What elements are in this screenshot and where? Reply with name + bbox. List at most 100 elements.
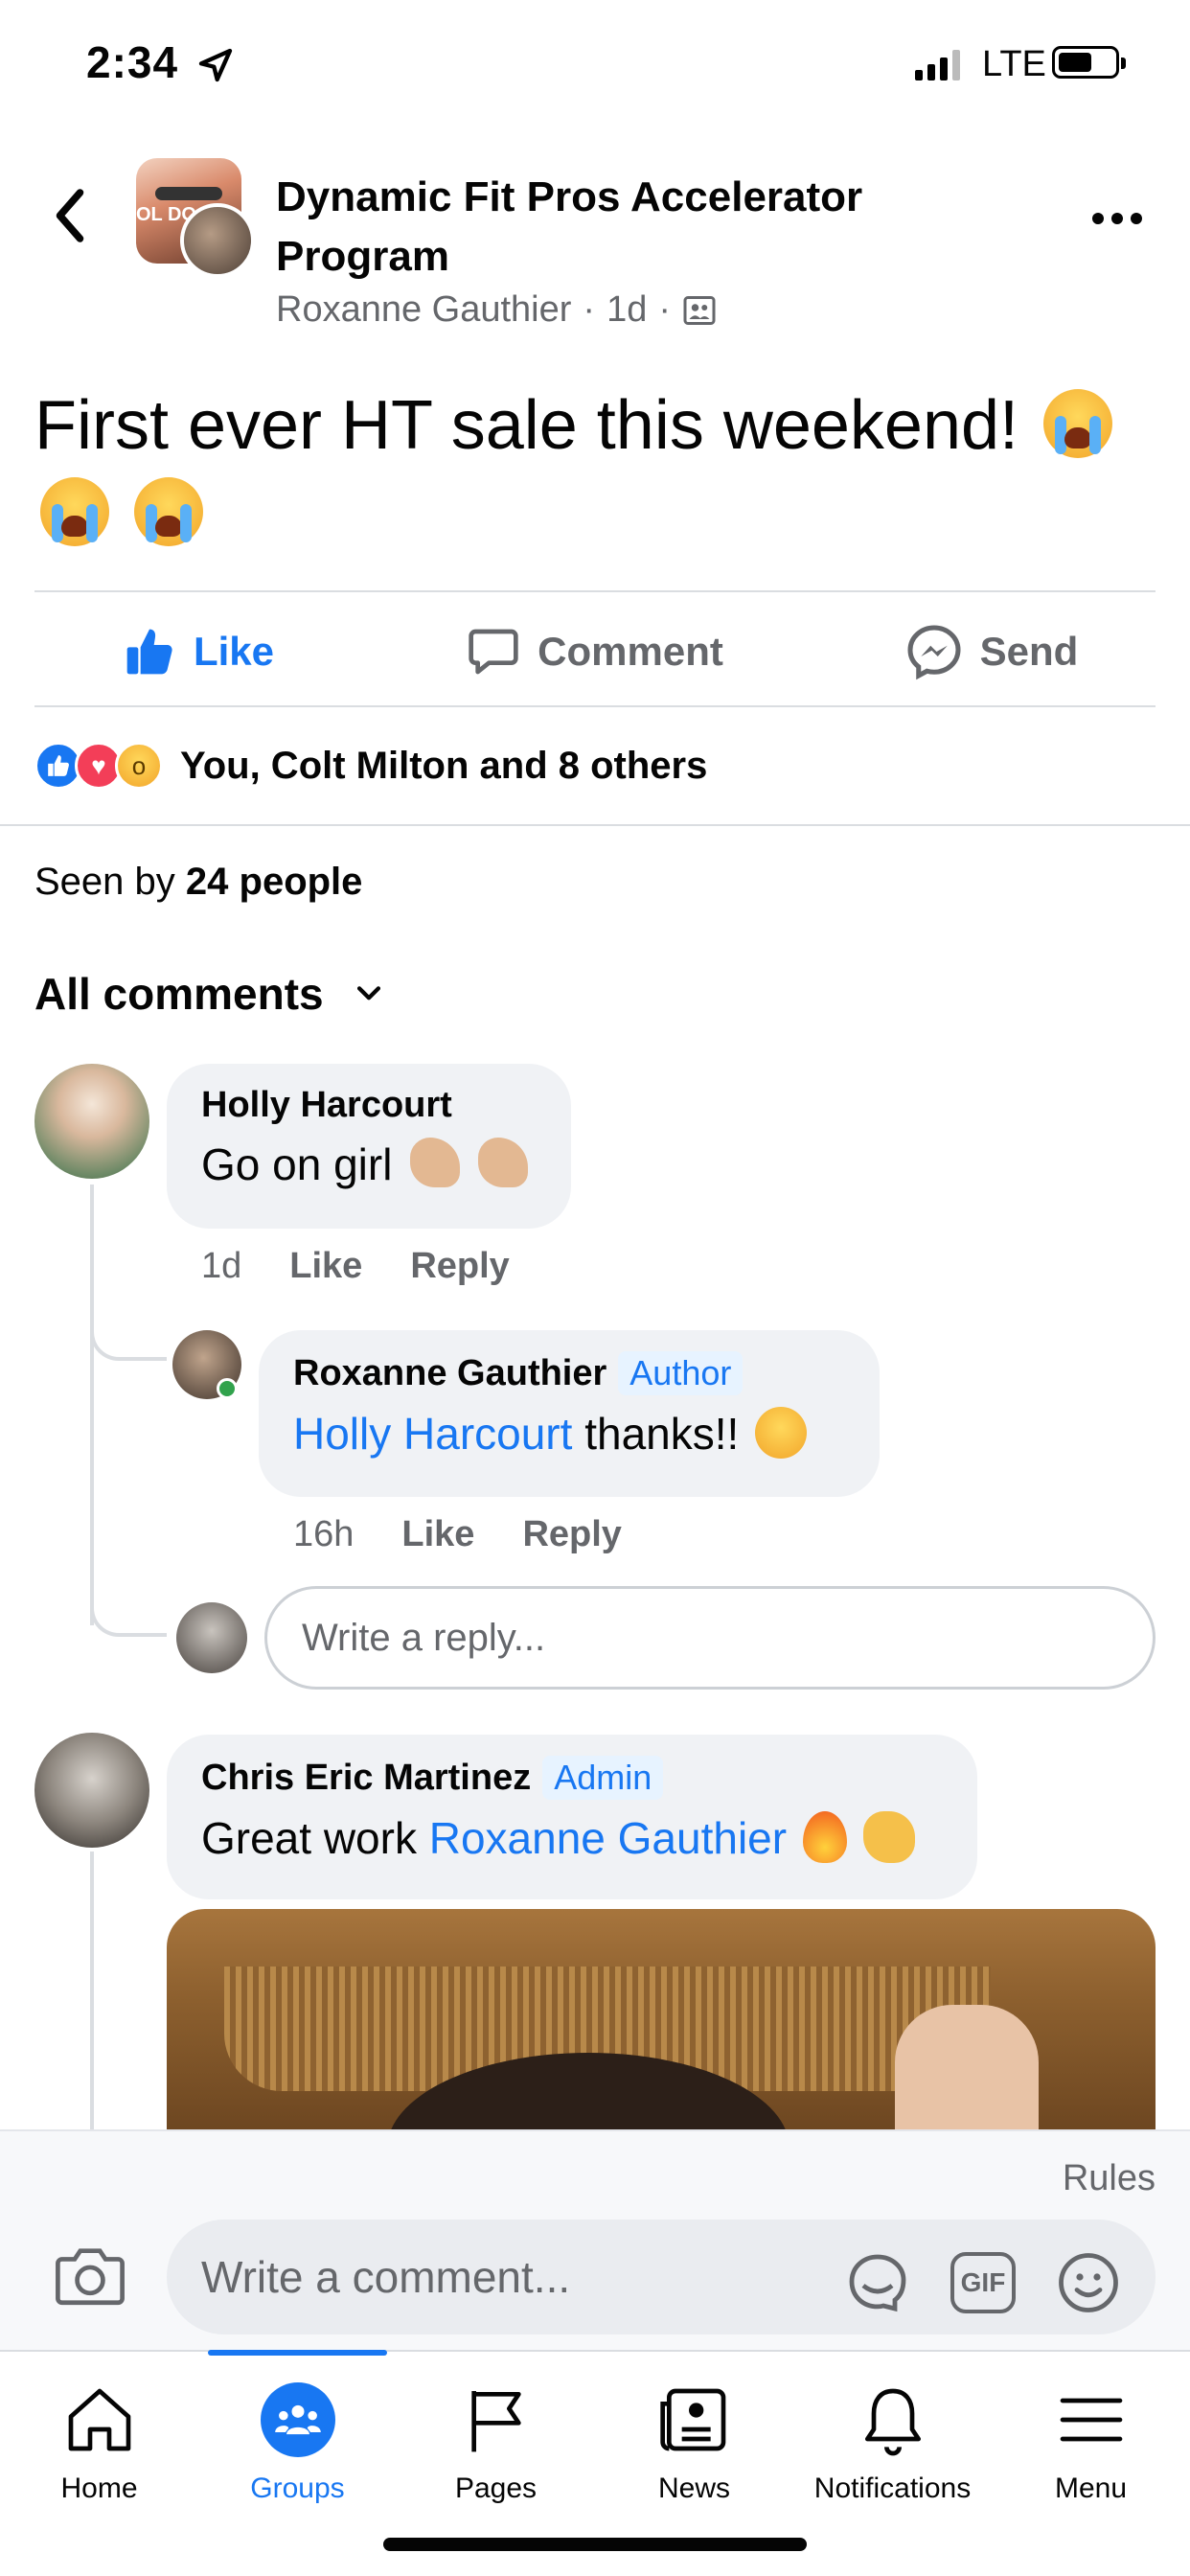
mention-link[interactable]: Roxanne Gauthier: [429, 1813, 787, 1863]
divider: [34, 705, 1156, 707]
comment-icon: [469, 629, 518, 675]
emoji-icon[interactable]: [1054, 2248, 1123, 2317]
tab-home[interactable]: Home: [0, 2352, 198, 2576]
tab-menu[interactable]: Menu: [992, 2352, 1190, 2576]
reply-bubble[interactable]: Roxanne Gauthier Author Holly Harcourt t…: [259, 1330, 880, 1497]
post-author[interactable]: Roxanne Gauthier: [276, 289, 571, 331]
comment-text: Go on girl: [201, 1139, 393, 1189]
reply-input[interactable]: Write a reply...: [264, 1586, 1156, 1690]
mention-link[interactable]: Holly Harcourt: [293, 1409, 572, 1459]
post-text: First ever HT sale this weekend!: [34, 381, 1156, 558]
tab-notifications[interactable]: Notifications: [793, 2352, 992, 2576]
network-type: LTE: [982, 44, 1046, 84]
flexed-biceps-emoji-icon: [410, 1138, 461, 1187]
tab-label: News: [657, 2472, 730, 2504]
camera-icon[interactable]: [54, 2244, 126, 2308]
comment-body: Go on girl: [201, 1138, 537, 1190]
comments-filter-dropdown[interactable]: All comments: [34, 968, 385, 1020]
bell-icon: [864, 2388, 921, 2456]
avatar-sticker-icon[interactable]: [843, 2248, 912, 2317]
signal-icon: [915, 50, 960, 80]
comment-author[interactable]: Holly Harcourt: [201, 1085, 537, 1126]
comment-actions: 1d Like Reply: [201, 1246, 510, 1287]
flexed-biceps-emoji-icon: [478, 1138, 528, 1187]
send-button[interactable]: Send: [793, 594, 1190, 709]
post-text-content: First ever HT sale this weekend!: [34, 387, 1019, 464]
post-meta: Roxanne Gauthier · 1d ·: [276, 289, 717, 331]
messenger-icon: [907, 625, 961, 680]
send-label: Send: [979, 629, 1079, 674]
comment-like-button[interactable]: Like: [401, 1514, 474, 1555]
chevron-down-icon: [356, 986, 380, 1000]
group-audience-icon: [683, 295, 716, 325]
comment-label: Comment: [538, 629, 723, 674]
comment-author-row: Chris Eric Martinez Admin: [201, 1756, 943, 1800]
comment-bubble[interactable]: Chris Eric Martinez Admin Great work Rox…: [167, 1735, 977, 1899]
post-action-bar: Like Comment Send: [0, 594, 1190, 709]
poster-avatar[interactable]: [180, 203, 255, 278]
home-icon: [68, 2388, 130, 2451]
reactions-summary[interactable]: ♥ o You, Colt Milton and 8 others: [34, 742, 707, 790]
divider: [0, 824, 1190, 826]
thread-line: [90, 1598, 167, 1637]
home-indicator: [383, 2538, 807, 2551]
comment-author[interactable]: Roxanne Gauthier: [293, 1353, 606, 1394]
wow-reaction-icon: o: [115, 742, 163, 790]
reactions-text: You, Colt Milton and 8 others: [180, 744, 708, 787]
meta-separator: ·: [583, 289, 596, 330]
thread-line: [90, 1322, 167, 1361]
rules-link[interactable]: Rules: [1063, 2158, 1156, 2199]
like-button[interactable]: Like: [0, 594, 397, 709]
comment-text: Great work: [201, 1813, 417, 1863]
comment-time: 16h: [293, 1514, 355, 1554]
divider: [34, 590, 1156, 592]
tab-label: Pages: [454, 2472, 538, 2504]
clapping-hands-emoji-icon: [862, 1811, 915, 1863]
seen-by-count: 24 people: [185, 861, 363, 903]
comment-bubble[interactable]: Holly Harcourt Go on girl: [167, 1064, 571, 1229]
author-badge: Author: [618, 1351, 744, 1395]
fire-emoji-icon: [802, 1811, 847, 1863]
comments-filter-label: All comments: [34, 969, 324, 1019]
comment-time: 1d: [201, 1246, 242, 1286]
location-arrow-icon: [198, 48, 233, 82]
comment-button[interactable]: Comment: [397, 594, 793, 709]
comment-author[interactable]: Chris Eric Martinez: [201, 1758, 531, 1799]
avatar[interactable]: [34, 1064, 149, 1179]
comment-like-button[interactable]: Like: [289, 1246, 362, 1287]
tab-label: Home: [60, 2472, 138, 2504]
group-name[interactable]: Dynamic Fit Pros Accelerator Program: [276, 168, 966, 287]
smiling-face-emoji-icon: [755, 1407, 808, 1459]
meta-separator: ·: [658, 289, 672, 330]
tab-label: Menu: [1054, 2472, 1128, 2504]
crying-face-emoji-icon: [134, 477, 204, 546]
seen-by[interactable]: Seen by 24 people: [34, 861, 362, 904]
post-time[interactable]: 1d: [606, 289, 647, 331]
comment-reply-button[interactable]: Reply: [410, 1246, 509, 1287]
comment-gif-image[interactable]: [167, 1909, 1156, 2139]
more-options-icon[interactable]: [1092, 213, 1142, 224]
avatar[interactable]: [34, 1733, 149, 1848]
menu-icon: [1060, 2398, 1122, 2442]
back-chevron-icon[interactable]: [46, 187, 94, 244]
tab-label: Notifications: [813, 2472, 972, 2504]
seen-by-prefix: Seen by: [34, 861, 175, 903]
tab-label: Groups: [250, 2472, 345, 2504]
crying-face-emoji-icon: [1043, 389, 1113, 458]
gif-button[interactable]: GIF: [950, 2252, 1016, 2313]
comment-composer: Rules Write a comment... GIF: [0, 2129, 1190, 2352]
comment-author-row: Roxanne Gauthier Author: [293, 1351, 845, 1395]
status-time: 2:34: [86, 37, 179, 87]
thumbs-up-icon: [126, 629, 172, 675]
admin-badge: Admin: [542, 1756, 664, 1800]
comment-body: Holly Harcourt thanks!!: [293, 1407, 845, 1460]
battery-icon: [1052, 46, 1126, 79]
flag-icon: [470, 2391, 521, 2452]
composer-icons: GIF: [843, 2248, 1123, 2317]
crying-face-emoji-icon: [40, 477, 109, 546]
tab-groups[interactable]: Groups: [198, 2350, 397, 2576]
comment-body: Great work Roxanne Gauthier: [201, 1811, 943, 1864]
thread-line: [90, 1852, 94, 2129]
news-icon: [659, 2388, 725, 2451]
comment-reply-button[interactable]: Reply: [522, 1514, 621, 1555]
